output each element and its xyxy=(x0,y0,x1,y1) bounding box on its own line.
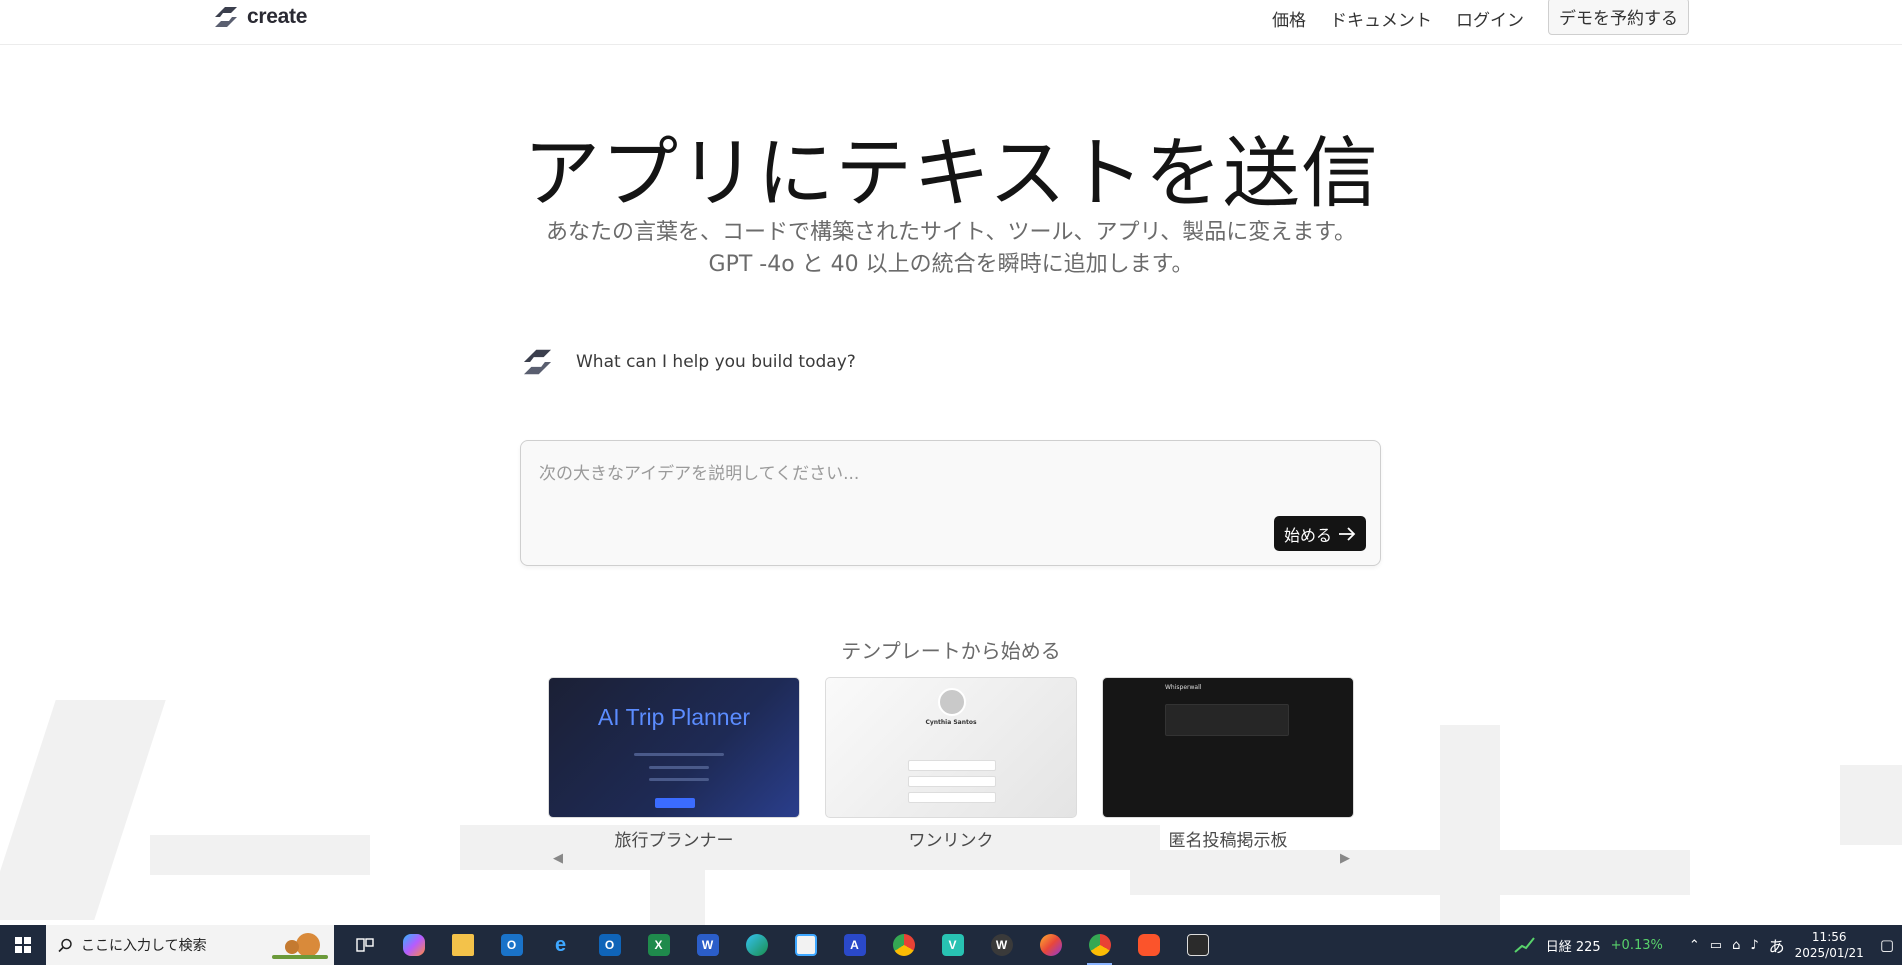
chevron-up-icon[interactable]: ⌃ xyxy=(1689,938,1700,953)
excel-icon[interactable]: X xyxy=(634,925,683,965)
start-button-label: 始める xyxy=(1283,525,1332,545)
template-thumbnail: AI Trip Planner xyxy=(548,677,800,818)
taskbar-clock[interactable]: 11:56 2025/01/21 xyxy=(1795,929,1864,961)
windows-taskbar: ここに入力して検索 O e O X W A V W 日経 225 +0.13% … xyxy=(0,925,1902,965)
taskbar-search[interactable]: ここに入力して検索 xyxy=(46,925,334,965)
template-carousel: AI Trip Planner 旅行プランナー Cynthia Santos ワ… xyxy=(548,677,1354,851)
thumbnail-brand: Whisperwall xyxy=(1165,684,1202,691)
clock-time: 11:56 xyxy=(1811,930,1847,944)
template-card-one-link[interactable]: Cynthia Santos ワンリンク xyxy=(825,677,1077,851)
firefox-icon[interactable] xyxy=(1026,925,1075,965)
avatar xyxy=(938,688,966,716)
template-card-anonymous-board[interactable]: Whisperwall 匿名投稿掲示板 xyxy=(1102,677,1354,851)
nikkei-change: +0.13% xyxy=(1610,937,1663,953)
thumbnail-author: Cynthia Santos xyxy=(925,719,977,726)
brave-icon[interactable] xyxy=(1124,925,1173,965)
file-explorer-icon[interactable] xyxy=(438,925,487,965)
idea-input[interactable] xyxy=(539,459,1359,499)
template-label: 匿名投稿掲示板 xyxy=(1168,831,1288,851)
idea-composer: 始める xyxy=(520,440,1381,566)
word-icon[interactable]: W xyxy=(683,925,732,965)
chrome-profile-icon[interactable] xyxy=(1075,925,1124,965)
ime-indicator[interactable]: あ xyxy=(1769,933,1785,957)
thumbnail-title: AI Trip Planner xyxy=(597,704,751,730)
start-button[interactable]: 始める xyxy=(1273,516,1366,551)
edge-icon[interactable] xyxy=(732,925,781,965)
site-header: create 価格 ドキュメント ログイン デモを予約する xyxy=(0,0,1902,45)
nav-login-link[interactable]: ログイン xyxy=(1456,6,1524,31)
carousel-next-icon[interactable]: ▶ xyxy=(1340,851,1350,866)
system-tray: 日経 225 +0.13% ⌃ ▭ ⌂ ♪ あ 11:56 2025/01/21… xyxy=(1514,925,1902,965)
nav-docs-link[interactable]: ドキュメント xyxy=(1330,6,1432,31)
template-thumbnail: Whisperwall xyxy=(1102,677,1354,818)
template-label: ワンリンク xyxy=(908,831,994,851)
nav-pricing-link[interactable]: 価格 xyxy=(1272,6,1306,31)
logo-text: create xyxy=(247,5,308,28)
microsoft-store-icon[interactable] xyxy=(781,925,830,965)
task-view-icon[interactable] xyxy=(340,925,389,965)
copilot-icon[interactable] xyxy=(389,925,438,965)
app-v-icon[interactable]: V xyxy=(928,925,977,965)
template-card-trip-planner[interactable]: AI Trip Planner 旅行プランナー xyxy=(548,677,800,851)
carousel-prev-icon[interactable]: ◀ xyxy=(553,851,563,866)
wifi-icon[interactable]: ⌂ xyxy=(1732,938,1740,953)
assistant-logo-icon xyxy=(523,349,552,375)
stock-chart-icon xyxy=(1514,937,1535,953)
app-a-icon[interactable]: A xyxy=(830,925,879,965)
network-icon[interactable]: ▭ xyxy=(1710,938,1722,953)
nikkei-label[interactable]: 日経 225 xyxy=(1546,936,1601,955)
logo[interactable]: create xyxy=(211,4,307,30)
taskbar-search-placeholder: ここに入力して検索 xyxy=(81,938,207,954)
hero-title: アプリにテキストを送信 xyxy=(523,130,1379,219)
top-nav: 価格 ドキュメント ログイン デモを予約する xyxy=(1272,0,1689,36)
hero-subtitle: あなたの言葉を、コードで構築されたサイト、ツール、アプリ、製品に変えます。GPT… xyxy=(545,220,1357,277)
squirrel-icon xyxy=(272,933,328,959)
windows-start-icon[interactable] xyxy=(0,925,46,965)
chrome-icon[interactable] xyxy=(879,925,928,965)
volume-icon[interactable]: ♪ xyxy=(1750,938,1758,953)
assistant-prompt-text: What can I help you build today? xyxy=(576,352,856,372)
assistant-greeting: What can I help you build today? xyxy=(519,346,856,378)
template-label: 旅行プランナー xyxy=(614,831,734,851)
clock-date: 2025/01/21 xyxy=(1794,946,1864,960)
arc-icon[interactable] xyxy=(1173,925,1222,965)
templates-heading: テンプレートから始める xyxy=(841,639,1061,663)
notification-icon[interactable]: ▢ xyxy=(1880,936,1894,954)
search-icon xyxy=(58,938,72,952)
template-thumbnail: Cynthia Santos xyxy=(825,677,1077,818)
arrow-right-icon xyxy=(1339,526,1356,541)
internet-explorer-icon[interactable]: e xyxy=(536,925,585,965)
create-logo-icon xyxy=(215,7,237,27)
book-demo-button[interactable]: デモを予約する xyxy=(1548,0,1689,35)
wordpress-icon[interactable]: W xyxy=(977,925,1026,965)
outlook-classic-icon[interactable]: O xyxy=(585,925,634,965)
outlook-icon[interactable]: O xyxy=(487,925,536,965)
pinned-apps: O e O X W A V W xyxy=(340,925,1222,965)
